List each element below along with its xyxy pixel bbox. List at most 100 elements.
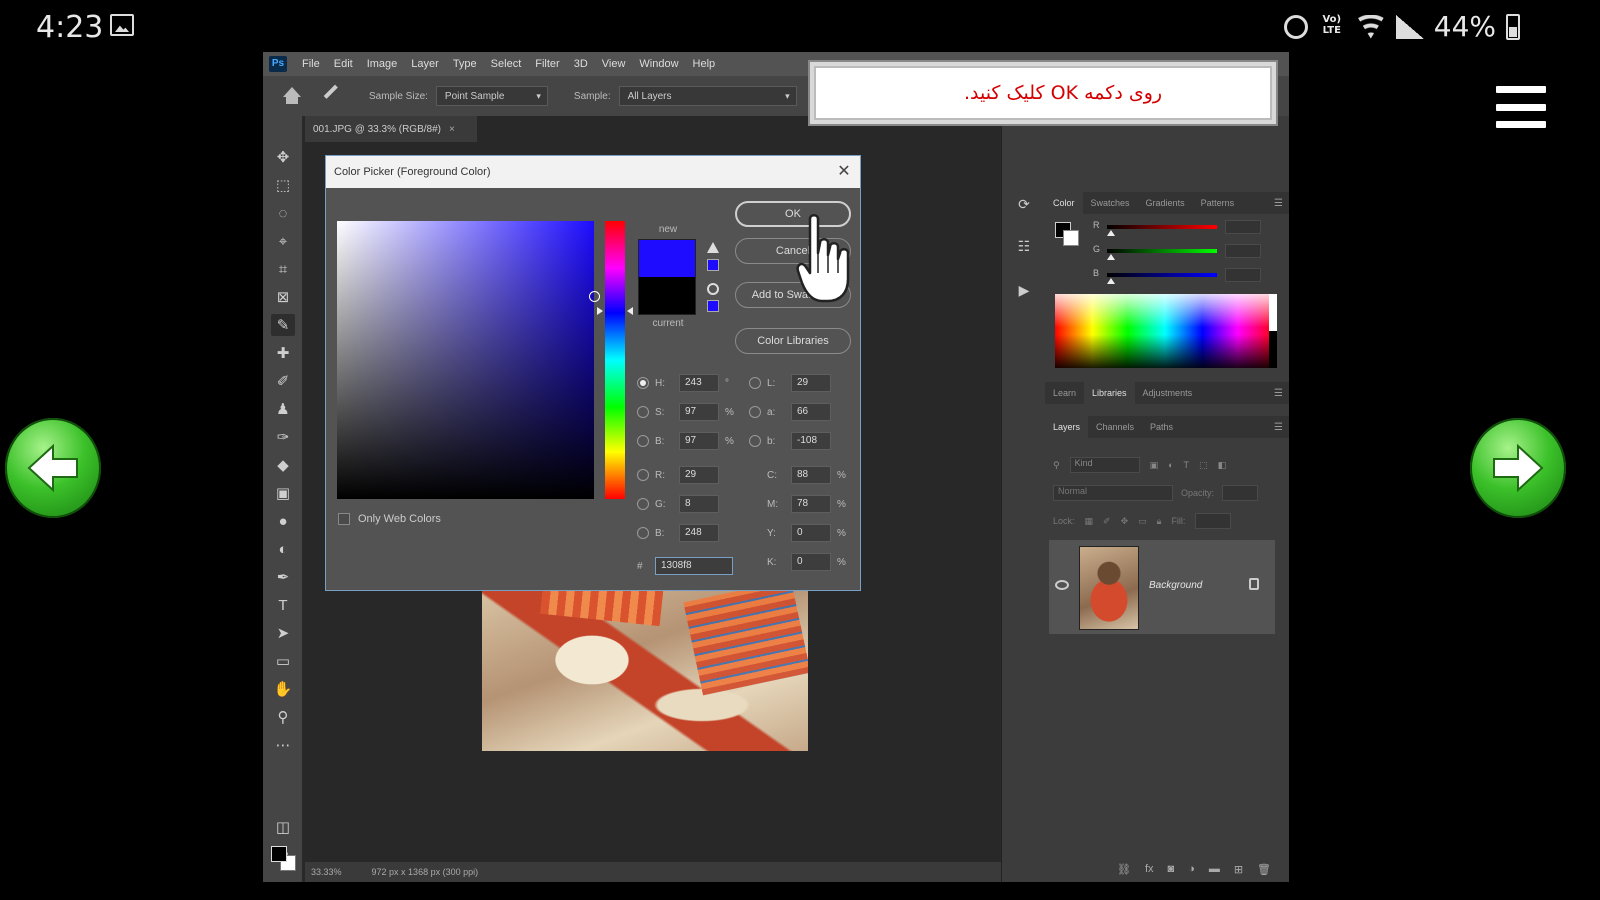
lock-all-icon[interactable]: 🔒︎ — [1157, 516, 1162, 527]
next-button[interactable] — [1470, 418, 1566, 518]
close-icon[interactable]: ✕ — [834, 162, 854, 182]
more-tools-icon[interactable]: ⋯ — [271, 734, 295, 756]
previous-button[interactable] — [5, 418, 101, 518]
lab-l-radio[interactable] — [749, 377, 761, 389]
red-slider[interactable]: R — [1093, 220, 1283, 236]
dialog-titlebar[interactable]: Color Picker (Foreground Color) ✕ — [326, 156, 860, 188]
path-select-tool-icon[interactable]: ➤ — [271, 622, 295, 644]
history-brush-tool-icon[interactable]: ✑ — [271, 426, 295, 448]
filter-shape-icon[interactable]: ⬚ — [1199, 460, 1208, 471]
tab-learn[interactable]: Learn — [1045, 388, 1084, 398]
lab-a-radio[interactable] — [749, 406, 761, 418]
dodge-tool-icon[interactable]: ◐ — [271, 538, 295, 560]
tab-paths[interactable]: Paths — [1142, 422, 1181, 432]
filter-adjustment-icon[interactable]: ◐ — [1168, 460, 1173, 470]
gamut-warning-icon[interactable] — [707, 242, 719, 253]
hand-tool-icon[interactable]: ✋ — [271, 678, 295, 700]
hue-radio[interactable] — [637, 377, 649, 389]
lock-artboard-icon[interactable]: ▭ — [1138, 516, 1147, 527]
move-tool-icon[interactable]: ✥ — [271, 146, 295, 168]
yellow-input[interactable]: 0 — [791, 524, 831, 542]
green-slider[interactable]: G — [1093, 244, 1283, 260]
hue-slider[interactable] — [605, 221, 625, 499]
lab-b-radio[interactable] — [749, 435, 761, 447]
hue-input[interactable]: 243 — [679, 374, 719, 392]
sample-size-select[interactable]: Point Sample — [435, 86, 548, 106]
close-icon[interactable]: × — [449, 124, 455, 135]
type-tool-icon[interactable]: T — [271, 594, 295, 616]
document-tab[interactable]: 001.JPG @ 33.3% (RGB/8#) × — [305, 116, 477, 142]
tab-adjustments[interactable]: Adjustments — [1135, 388, 1201, 398]
lock-icon[interactable] — [1249, 578, 1259, 590]
eyedropper-icon[interactable] — [323, 84, 347, 108]
panel-menu-icon[interactable]: ☰ — [1274, 388, 1283, 399]
quick-mask-icon[interactable]: ◫ — [271, 816, 295, 838]
cyan-input[interactable]: 88 — [791, 466, 831, 484]
hue-slider-arrow-left[interactable] — [597, 306, 603, 315]
home-icon[interactable] — [281, 87, 303, 105]
blend-mode-select[interactable]: Normal — [1053, 485, 1173, 501]
zoom-tool-icon[interactable]: ⚲ — [271, 706, 295, 728]
stamp-tool-icon[interactable]: ♟ — [271, 398, 295, 420]
gamut-color-swatch[interactable] — [707, 259, 719, 271]
red-radio[interactable] — [637, 469, 649, 481]
brightness-radio[interactable] — [637, 435, 649, 447]
filter-pixel-icon[interactable]: ▣ — [1150, 460, 1159, 471]
saturation-brightness-field[interactable] — [337, 221, 600, 499]
menu-edit[interactable]: Edit — [327, 58, 360, 70]
eraser-tool-icon[interactable]: ◆ — [271, 454, 295, 476]
new-group-icon[interactable]: ▬ — [1209, 863, 1220, 875]
web-safe-color-swatch[interactable] — [707, 300, 719, 312]
saturation-radio[interactable] — [637, 406, 649, 418]
hue-slider-arrow-right[interactable] — [627, 306, 633, 315]
history-icon[interactable]: ⟳ — [1014, 196, 1034, 216]
fill-input[interactable] — [1195, 513, 1232, 529]
menu-file[interactable]: File — [295, 58, 327, 70]
foreground-background-swatch[interactable] — [271, 846, 297, 872]
lock-position-icon[interactable]: ✥ — [1121, 516, 1129, 527]
blue-radio[interactable] — [637, 527, 649, 539]
current-color-swatch[interactable] — [638, 277, 696, 315]
filter-type-icon[interactable]: T — [1184, 460, 1190, 470]
lock-brush-icon[interactable]: ✐ — [1103, 516, 1111, 527]
web-safe-warning-icon[interactable] — [707, 283, 719, 295]
filter-smart-object-icon[interactable]: ◧ — [1218, 460, 1227, 471]
menu-help[interactable]: Help — [686, 58, 723, 70]
lasso-tool-icon[interactable]: ◌ — [271, 202, 295, 224]
quick-select-tool-icon[interactable]: ⌖ — [271, 230, 295, 252]
saturation-input[interactable]: 97 — [679, 403, 719, 421]
panel-background-swatch[interactable] — [1063, 230, 1079, 246]
sample-select[interactable]: All Layers — [618, 86, 797, 106]
hex-input[interactable]: 1308f8 — [655, 557, 733, 575]
color-libraries-button[interactable]: Color Libraries — [735, 328, 851, 354]
layer-kind-filter[interactable]: Kind — [1069, 457, 1140, 473]
menu-filter[interactable]: Filter — [528, 58, 566, 70]
menu-3d[interactable]: 3D — [567, 58, 595, 70]
menu-image[interactable]: Image — [360, 58, 405, 70]
shape-tool-icon[interactable]: ▭ — [271, 650, 295, 672]
tab-channels[interactable]: Channels — [1088, 422, 1142, 432]
brush-tool-icon[interactable]: ✐ — [271, 370, 295, 392]
blur-tool-icon[interactable]: ● — [271, 510, 295, 532]
blue-input[interactable]: 248 — [679, 524, 719, 542]
color-spectrum[interactable] — [1055, 294, 1277, 368]
link-layers-icon[interactable]: ⛓ — [1117, 863, 1131, 876]
red-input[interactable]: 29 — [679, 466, 719, 484]
only-web-colors-checkbox[interactable] — [338, 513, 350, 525]
lab-b-input[interactable]: -108 — [791, 432, 831, 450]
lab-a-input[interactable]: 66 — [791, 403, 831, 421]
only-web-colors-option[interactable]: Only Web Colors — [338, 513, 441, 525]
eye-icon[interactable] — [1055, 580, 1069, 590]
lock-transparent-icon[interactable]: ▦ — [1085, 516, 1094, 527]
tab-libraries[interactable]: Libraries — [1084, 382, 1135, 404]
menu-view[interactable]: View — [595, 58, 633, 70]
eyedropper-tool-icon[interactable]: ✎ — [271, 314, 295, 336]
menu-type[interactable]: Type — [446, 58, 484, 70]
crop-tool-icon[interactable]: ⌗ — [271, 258, 295, 280]
adjustment-layer-icon[interactable]: ◑ — [1188, 863, 1195, 875]
menu-layer[interactable]: Layer — [404, 58, 446, 70]
green-radio[interactable] — [637, 498, 649, 510]
hamburger-icon[interactable] — [1496, 86, 1546, 128]
color-cursor[interactable] — [589, 291, 600, 302]
brightness-input[interactable]: 97 — [679, 432, 719, 450]
